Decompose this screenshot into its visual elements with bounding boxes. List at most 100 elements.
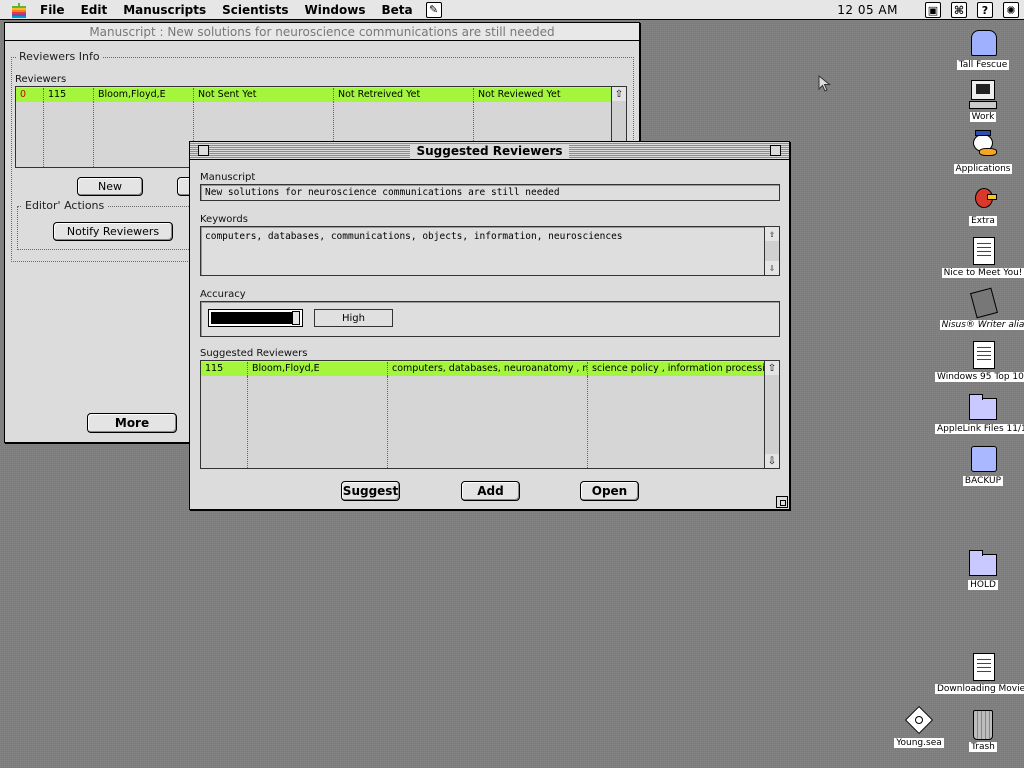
duck-icon: [967, 130, 999, 162]
menu-manuscripts[interactable]: Manuscripts: [115, 0, 214, 20]
reviewer-id: 115: [44, 88, 94, 102]
desktop-icon-label: Nice to Meet You!: [941, 268, 1024, 278]
desktop-icon-downloading-movie[interactable]: Downloading MovieT.: [935, 652, 1024, 694]
application-menu-icon[interactable]: ✺: [1003, 2, 1019, 18]
suggested-reviewers-list[interactable]: 115 Bloom,Floyd,E computers, databases, …: [200, 360, 780, 469]
keywords-scrollbar[interactable]: ⇧ ⇩: [764, 227, 779, 275]
suggested-reviewers-titlebar[interactable]: Suggested Reviewers: [190, 142, 789, 160]
rooster-icon: [967, 184, 999, 214]
menu-bar: File Edit Manuscripts Scientists Windows…: [0, 0, 1024, 20]
open-button[interactable]: Open: [580, 481, 639, 501]
keywords-text: computers, databases, communications, ob…: [205, 231, 623, 242]
keyboard-layout-icon[interactable]: ⌘: [951, 2, 967, 18]
sent-status: Not Sent Yet: [194, 88, 334, 102]
suggested-reviewers-label: Suggested Reviewers: [200, 348, 308, 359]
add-button[interactable]: Add: [461, 481, 520, 501]
resize-grip-icon[interactable]: [776, 496, 788, 508]
desktop-icon-tall-fescue[interactable]: Tall Fescue: [935, 28, 1024, 70]
desktop-icon-label: Work: [969, 112, 997, 122]
keywords-label: Keywords: [200, 214, 248, 225]
retrieved-status: Not Retreived Yet: [334, 88, 474, 102]
suggested-interests: science policy , information processing: [592, 363, 764, 374]
app-alias-icon: [967, 287, 999, 319]
desktop-icon-work[interactable]: Work: [935, 80, 1024, 122]
column-divider: [387, 376, 388, 468]
close-box-icon[interactable]: [198, 145, 209, 156]
desktop-icon-applelink-files[interactable]: AppleLink Files 11/16: [935, 392, 1024, 434]
suggested-name: Bloom,Floyd,E: [248, 362, 388, 376]
desktop-icon-nisus-writer[interactable]: Nisus® Writer alia: [935, 287, 1024, 330]
table-row[interactable]: 115 Bloom,Floyd,E computers, databases, …: [201, 362, 764, 376]
scroll-up-arrow-icon[interactable]: ⇧: [612, 87, 626, 101]
suggested-reviewers-window: Suggested Reviewers Manuscript New solut…: [189, 141, 790, 510]
desktop-icon-label: BACKUP: [962, 476, 1004, 486]
more-button[interactable]: More: [87, 413, 177, 433]
menu-edit[interactable]: Edit: [73, 0, 116, 20]
desktop-icon-label: Windows 95 Top 10 L: [935, 372, 1024, 382]
suggest-button[interactable]: Suggest: [341, 481, 400, 501]
desktop-icon-label: Applications: [953, 164, 1013, 174]
desktop-icon-label: Extra: [969, 216, 997, 226]
group-label: Reviewers Info: [16, 50, 103, 63]
apple-menu-icon[interactable]: [12, 2, 32, 18]
menu-file[interactable]: File: [32, 0, 73, 20]
computer-icon: [967, 80, 999, 110]
reviewers-label: Reviewers: [15, 74, 67, 85]
new-reviewer-button[interactable]: New: [77, 177, 143, 196]
column-divider: [587, 376, 588, 468]
group-label: Editor' Actions: [22, 199, 108, 212]
window-title: Suggested Reviewers: [410, 143, 569, 158]
desktop-icon-label: Nisus® Writer alia: [939, 320, 1024, 330]
desktop-icon-backup[interactable]: BACKUP: [935, 444, 1024, 486]
suggested-id: 115: [201, 362, 248, 376]
menu-clock[interactable]: 12 05 AM: [837, 3, 898, 17]
desktop-icon-label: Trash: [969, 742, 997, 752]
desktop-icon-label: Downloading MovieT.: [935, 684, 1024, 694]
desktop-icon-applications[interactable]: Applications: [935, 130, 1024, 174]
scroll-down-arrow-icon[interactable]: ⇩: [765, 454, 779, 468]
scroll-up-arrow-icon[interactable]: ⇧: [765, 227, 779, 241]
menu-beta[interactable]: Beta: [373, 0, 420, 20]
desktop-icon-label: HOLD: [968, 580, 998, 590]
suggested-scrollbar[interactable]: ⇧ ⇩: [764, 361, 779, 468]
desktop-icon-hold[interactable]: HOLD: [935, 548, 1024, 590]
notify-reviewers-button[interactable]: Notify Reviewers: [53, 222, 173, 241]
accuracy-slider[interactable]: [208, 309, 303, 327]
folder-icon: [967, 392, 999, 422]
document-icon: [967, 236, 999, 266]
menu-windows[interactable]: Windows: [297, 0, 374, 20]
desktop-icon-trash[interactable]: Trash: [935, 710, 1024, 752]
desktop-icon-windows-95[interactable]: Windows 95 Top 10 L: [935, 340, 1024, 382]
reviewed-status: Not Reviewed Yet: [478, 89, 561, 100]
trash-icon: [967, 710, 999, 740]
desktop-icon-extra[interactable]: Extra: [935, 184, 1024, 226]
mouse-cursor-icon: [818, 75, 831, 92]
scroll-down-arrow-icon[interactable]: ⇩: [765, 261, 779, 275]
desktop-icon-label: AppleLink Files 11/16: [935, 424, 1024, 434]
folder-icon: [967, 548, 999, 578]
accuracy-label: Accuracy: [200, 289, 246, 300]
reviewer-name: Bloom,Floyd,E: [94, 88, 194, 102]
column-divider: [247, 376, 248, 468]
document-icon: [967, 340, 999, 370]
script-menu-icon[interactable]: ✎: [425, 1, 442, 18]
accuracy-slider-thumb[interactable]: [292, 311, 300, 325]
help-icon[interactable]: ?: [977, 2, 993, 18]
manuscript-field[interactable]: New solutions for neuroscience communica…: [200, 184, 780, 201]
document-icon: [967, 652, 999, 682]
menu-scientists[interactable]: Scientists: [214, 0, 296, 20]
disk-icon: [967, 28, 999, 58]
keywords-field[interactable]: computers, databases, communications, ob…: [200, 226, 780, 276]
reviewer-index: 0: [16, 88, 44, 102]
archive-icon: [903, 705, 935, 736]
column-divider: [43, 102, 44, 167]
table-row[interactable]: 0 115 Bloom,Floyd,E Not Sent Yet Not Ret…: [16, 88, 611, 102]
manuscript-window-titlebar[interactable]: Manuscript : New solutions for neuroscie…: [5, 23, 639, 41]
accuracy-value: High: [314, 309, 393, 327]
scroll-up-arrow-icon[interactable]: ⇧: [765, 361, 779, 375]
app-switcher-icon[interactable]: ▣: [925, 2, 941, 18]
desktop-icon-nice-to-meet-you[interactable]: Nice to Meet You!: [935, 236, 1024, 278]
manuscript-label: Manuscript: [200, 172, 256, 183]
accuracy-slider-fill: [211, 312, 292, 324]
zoom-box-icon[interactable]: [770, 145, 781, 156]
